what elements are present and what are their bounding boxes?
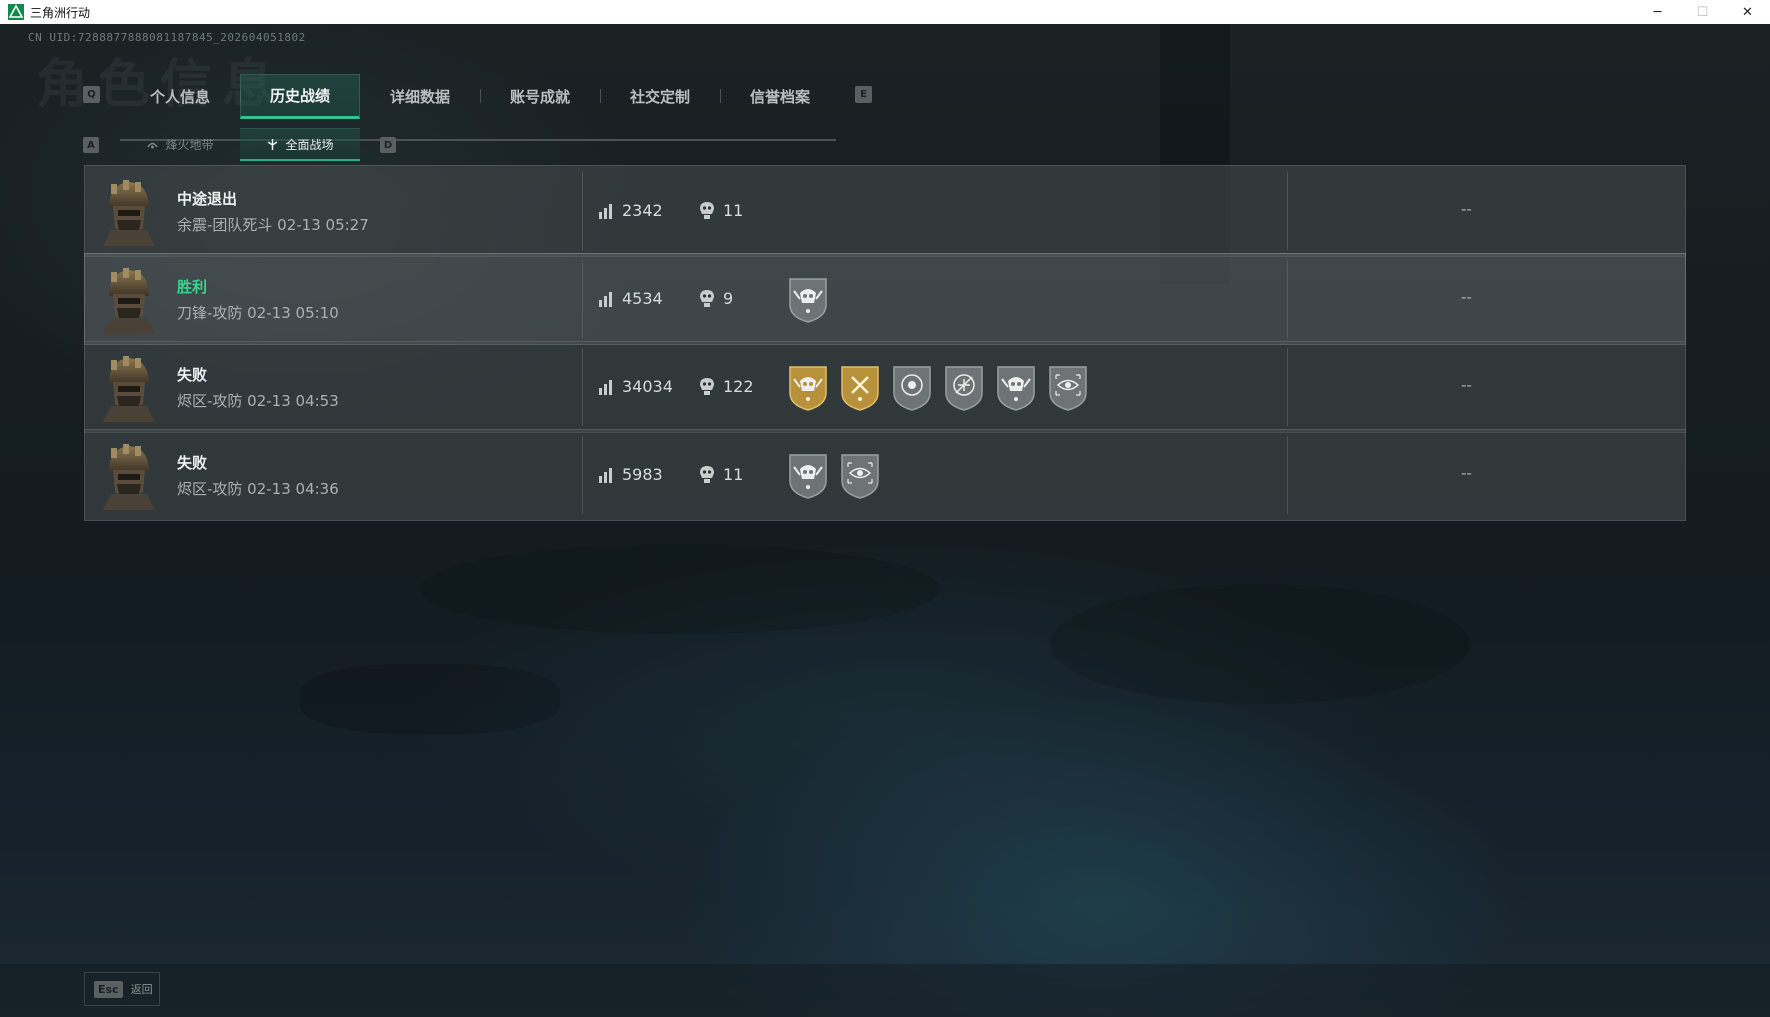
tab-label: 社交定制	[629, 88, 690, 106]
wing-skull-badge-icon[interactable]	[786, 275, 830, 323]
no-aircraft-badge-icon[interactable]	[942, 363, 986, 411]
skull-target-badge-icon[interactable]	[890, 363, 934, 411]
match-record-row[interactable]: 失败 烬区-攻防 02-13 04:53 34034 122 --	[84, 341, 1686, 433]
match-score: 34034	[622, 377, 673, 396]
match-mode-time: 刀锋-攻防 02-13 05:10	[177, 304, 339, 322]
game-area: 角色信息 CN UID:7288877888081187845_20260405…	[0, 24, 1770, 1017]
kill-skull-icon	[700, 290, 714, 307]
esc-key: Esc	[94, 980, 123, 998]
tab-match-history[interactable]: 历史战绩	[240, 74, 360, 119]
match-kills: 11	[723, 201, 744, 220]
wing-skull-badge-icon[interactable]	[786, 451, 830, 499]
tab-reputation[interactable]: 信誉档案	[720, 74, 840, 119]
match-mode-time: 烬区-攻防 02-13 04:36	[177, 480, 339, 498]
match-record-row[interactable]: 胜利 刀锋-攻防 02-13 05:10 4534 9 --	[84, 253, 1686, 345]
subtab-battlefield[interactable]: 全面战场	[240, 128, 360, 161]
kill-skull-icon	[700, 378, 714, 395]
delta-logo-icon	[8, 4, 24, 20]
tab-label: 个人信息	[149, 88, 210, 106]
eye-scope-badge-icon[interactable]	[838, 451, 882, 499]
row-divider	[582, 436, 583, 514]
match-mode-time: 余震-团队死斗 02-13 05:27	[177, 216, 369, 234]
eye-scope-badge-icon[interactable]	[1046, 363, 1090, 411]
row-divider	[1287, 348, 1288, 426]
row-divider	[1287, 436, 1288, 514]
score-bar-chart-icon	[599, 292, 612, 307]
close-icon[interactable]: ✕	[1725, 0, 1770, 24]
match-record-row[interactable]: 失败 烬区-攻防 02-13 04:36 5983 11 --	[84, 429, 1686, 521]
match-result: 胜利	[177, 278, 208, 296]
tab-left-key[interactable]: Q	[83, 86, 100, 103]
back-label: 返回	[130, 983, 153, 996]
subtab-right-key[interactable]: D	[380, 137, 396, 153]
window-titlebar: 三角洲行动 ─ ☐ ✕	[0, 0, 1770, 24]
tab-social-custom[interactable]: 社交定制	[600, 74, 721, 119]
avatar	[103, 180, 155, 246]
battlefield-icon	[268, 138, 278, 150]
subtab-extraction[interactable]: 烽火地带	[120, 128, 240, 161]
sub-tabs: 烽火地带 全面战场	[120, 128, 360, 161]
back-button[interactable]: Esc 返回	[84, 972, 160, 1006]
wing-skull-badge-icon[interactable]	[994, 363, 1038, 411]
row-divider	[582, 260, 583, 338]
avatar	[103, 268, 155, 334]
match-result: 中途退出	[177, 190, 238, 208]
row-divider	[1287, 172, 1288, 250]
tab-personal-info[interactable]: 个人信息	[120, 74, 241, 119]
tab-label: 账号成就	[509, 88, 570, 106]
match-record-row[interactable]: 中途退出 余震-团队死斗 02-13 05:27 2342 11 --	[84, 165, 1686, 257]
row-divider	[582, 172, 583, 250]
gold-laurel-skull-badge-icon[interactable]	[786, 363, 830, 411]
footer-bar	[0, 964, 1770, 1017]
subtab-label: 烽火地带	[165, 138, 214, 152]
subtab-label: 全面战场	[285, 137, 334, 152]
match-extra-value: --	[1461, 464, 1472, 482]
match-kills: 9	[723, 289, 734, 308]
badge-list	[786, 363, 1090, 411]
row-divider	[1287, 260, 1288, 338]
match-result: 失败	[177, 454, 208, 472]
maximize-icon[interactable]: ☐	[1680, 0, 1725, 24]
badge-list	[786, 451, 882, 499]
match-kills: 11	[723, 465, 744, 484]
kill-skull-icon	[700, 202, 714, 219]
window-title: 三角洲行动	[30, 5, 91, 20]
score-bar-chart-icon	[599, 380, 612, 395]
tab-right-key[interactable]: E	[855, 86, 872, 103]
gold-crossed-axes-badge-icon[interactable]	[838, 363, 882, 411]
match-score: 4534	[622, 289, 663, 308]
match-result: 失败	[177, 366, 208, 384]
match-extra-value: --	[1461, 288, 1472, 306]
subtab-left-key[interactable]: A	[83, 137, 99, 153]
row-divider	[582, 348, 583, 426]
match-score: 2342	[622, 201, 663, 220]
avatar	[103, 356, 155, 422]
match-mode-time: 烬区-攻防 02-13 04:53	[177, 392, 339, 410]
tab-label: 详细数据	[389, 88, 450, 106]
tab-label: 历史战绩	[269, 87, 330, 105]
tab-achievements[interactable]: 账号成就	[480, 74, 601, 119]
match-extra-value: --	[1461, 376, 1472, 394]
extraction-icon	[147, 142, 159, 149]
match-score: 5983	[622, 465, 663, 484]
badge-list	[786, 275, 830, 323]
player-uid: CN UID:7288877888081187845_202604051802	[28, 31, 306, 44]
avatar	[103, 444, 155, 510]
tab-detailed-data[interactable]: 详细数据	[360, 74, 481, 119]
minimize-icon[interactable]: ─	[1635, 0, 1680, 24]
score-bar-chart-icon	[599, 468, 612, 483]
kill-skull-icon	[700, 466, 714, 483]
match-kills: 122	[723, 377, 754, 396]
tab-label: 信誉档案	[749, 88, 810, 106]
score-bar-chart-icon	[599, 204, 612, 219]
match-extra-value: --	[1461, 200, 1472, 218]
